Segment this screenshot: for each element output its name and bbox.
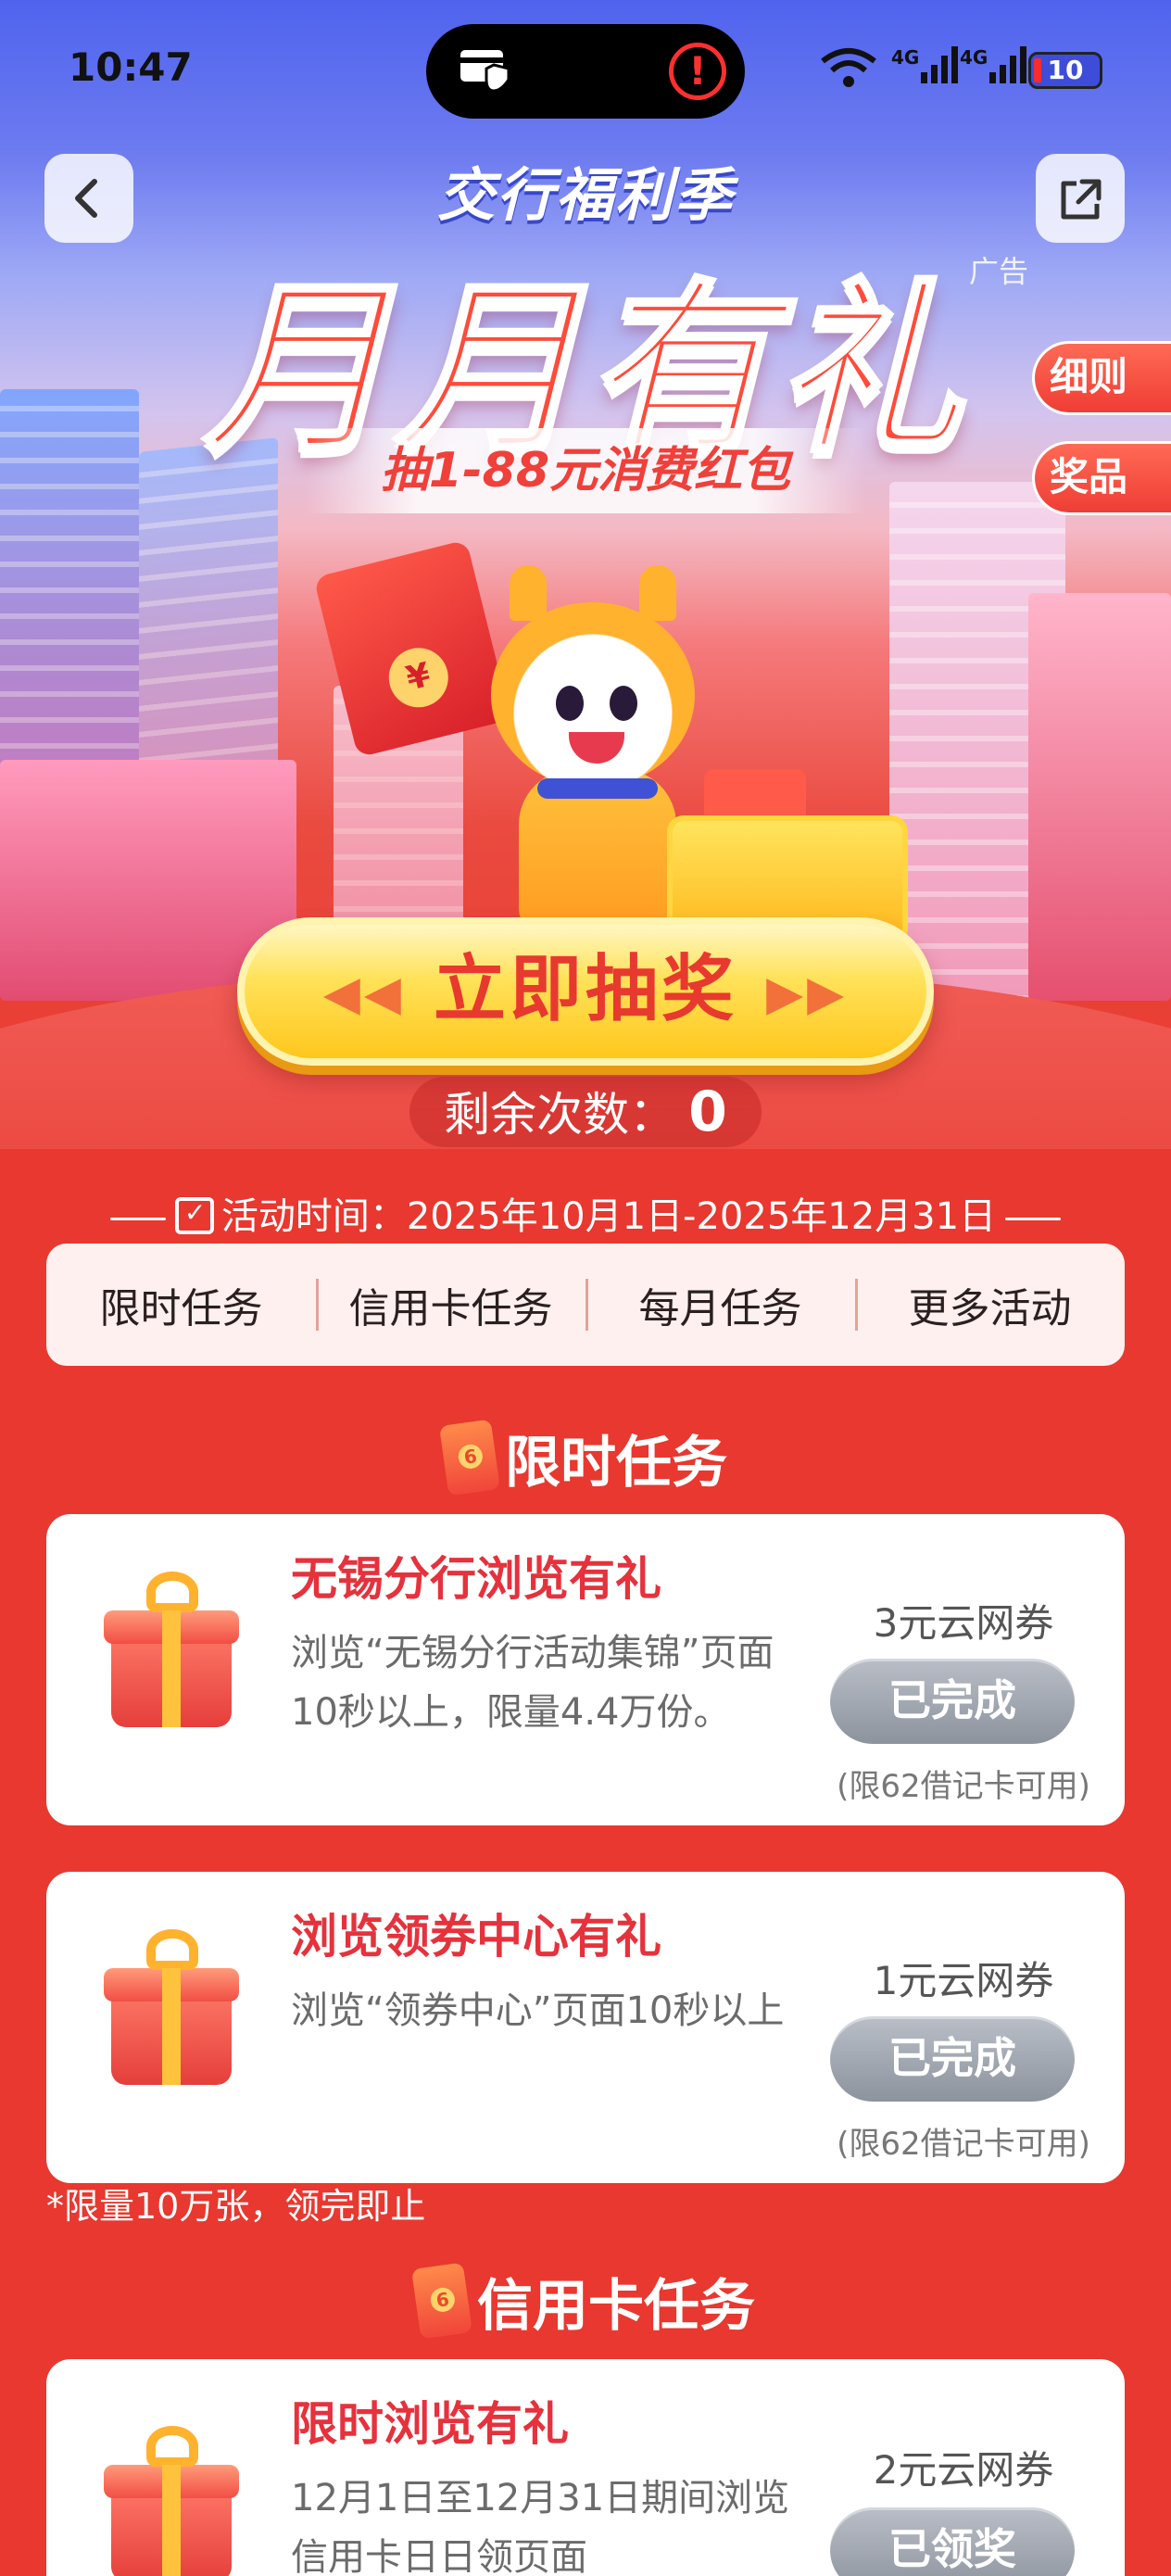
task-note: (限62借记卡可用) [837, 2126, 1090, 2163]
remaining-label: 剩余次数： [444, 1088, 676, 1142]
task-card: 限时浏览有礼 12月1日至12月31日期间浏览信用卡日日领页面 2元云网券 已领… [46, 2359, 1125, 2576]
remaining-count: 0 [688, 1080, 727, 1144]
task-reward: 1元云网券 [873, 1958, 1054, 2003]
page-subtitle: 抽1-88元消费红包 [306, 428, 865, 513]
activity-time: 活动时间：2025年10月1日-2025年12月31日 [0, 1186, 1171, 1240]
task-completed-button[interactable]: 已完成 [830, 1659, 1075, 1744]
task-title: 无锡分行浏览有礼 [291, 1552, 661, 1606]
signal-icon: 4G [960, 46, 1028, 92]
red-envelope-icon [438, 1419, 501, 1496]
wifi-icon [819, 46, 878, 95]
right-arrows-icon: ▶▶ [766, 966, 849, 1022]
task-description: 浏览“无锡分行活动集锦”页面10秒以上，限量4.4万份。 [291, 1632, 774, 1734]
status-bar: 10:47 ! 4G 4G 10 [0, 0, 1171, 139]
task-reward: 2元云网券 [873, 2447, 1054, 2493]
task-note: (限62借记卡可用) [837, 1768, 1090, 1805]
section-title-text: 信用卡任务 [477, 2274, 755, 2339]
shield-card-icon [456, 44, 517, 98]
battery-icon: 10 [1028, 52, 1102, 89]
gift-icon [104, 1572, 239, 1727]
task-completed-button[interactable]: 已完成 [830, 2016, 1075, 2102]
red-envelope-icon [410, 2262, 473, 2340]
limit-footnote: *限量10万张，领完即止 [46, 2186, 426, 2227]
section-title-credit: 信用卡任务 [0, 2261, 1171, 2342]
draw-button-label: 立即抽奖 [433, 948, 737, 1031]
tab-more-activities[interactable]: 更多活动 [855, 1275, 1125, 1334]
remaining-draws: 剩余次数： 0 [409, 1077, 762, 1147]
section-title-limited: 限时任务 [0, 1418, 1171, 1498]
signal-icon: 4G [891, 46, 960, 92]
gift-icon [104, 2426, 239, 2576]
alert-icon: ! [669, 43, 726, 100]
task-card: 无锡分行浏览有礼 浏览“无锡分行活动集锦”页面10秒以上，限量4.4万份。 3元… [46, 1514, 1125, 1825]
activity-time-label: 活动时间：2025年10月1日-2025年12月31日 [220, 1195, 997, 1238]
section-title-text: 限时任务 [505, 1431, 727, 1496]
task-description: 浏览“领券中心”页面10秒以上 [291, 1989, 785, 2032]
status-time: 10:47 [69, 44, 193, 90]
task-tabs: 限时任务 信用卡任务 每月任务 更多活动 [46, 1244, 1125, 1366]
task-title: 浏览领券中心有礼 [291, 1910, 661, 1964]
draw-button[interactable]: ◀◀ 立即抽奖 ▶▶ [237, 917, 934, 1066]
task-card: 浏览领券中心有礼 浏览“领券中心”页面10秒以上 1元云网券 已完成 (限62借… [46, 1872, 1125, 2183]
calendar-icon [174, 1197, 214, 1234]
tab-credit-card-tasks[interactable]: 信用卡任务 [316, 1275, 586, 1334]
gift-icon [104, 1929, 239, 2085]
task-reward: 3元云网券 [873, 1600, 1054, 1646]
left-arrows-icon: ◀◀ [322, 966, 405, 1022]
task-claimed-button[interactable]: 已领奖 [830, 2507, 1075, 2576]
tab-monthly-tasks[interactable]: 每月任务 [586, 1275, 855, 1334]
tab-limited-tasks[interactable]: 限时任务 [46, 1275, 316, 1334]
shop-illustration [1028, 593, 1171, 1001]
task-title: 限时浏览有礼 [291, 2397, 569, 2451]
task-description: 12月1日至12月31日期间浏览信用卡日日领页面 [291, 2477, 790, 2576]
dynamic-island: ! [426, 24, 745, 119]
